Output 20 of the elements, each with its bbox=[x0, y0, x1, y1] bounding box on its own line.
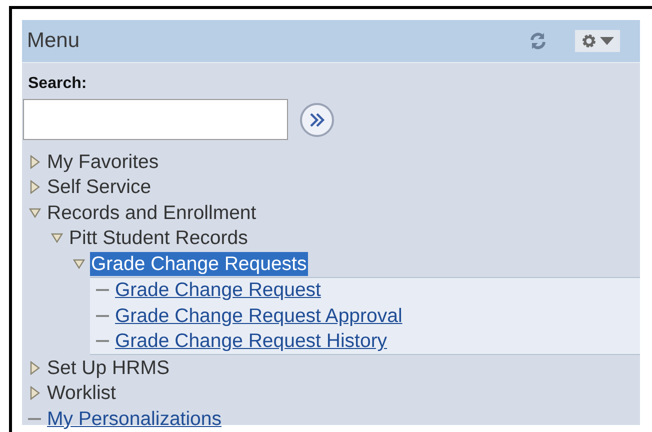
search-field[interactable] bbox=[23, 99, 288, 140]
refresh-icon[interactable] bbox=[529, 32, 547, 50]
menu-link[interactable]: Grade Change Request History bbox=[114, 329, 388, 354]
folder-item[interactable]: Set Up HRMS bbox=[46, 356, 170, 380]
double-chevron-icon bbox=[308, 112, 326, 128]
menu-link[interactable]: My Personalizations bbox=[46, 406, 222, 431]
search-label: Search: bbox=[28, 74, 87, 94]
menu-link[interactable]: Grade Change Request Approval bbox=[114, 304, 404, 328]
folder-item[interactable]: Records and Enrollment bbox=[46, 200, 258, 225]
folder-item[interactable]: My Favorites bbox=[46, 150, 160, 174]
search-go-button[interactable] bbox=[300, 102, 334, 136]
caret-icon bbox=[600, 37, 614, 45]
folder-item[interactable]: Worklist bbox=[46, 381, 117, 406]
settings-button[interactable] bbox=[575, 30, 620, 52]
folder-item[interactable]: Pitt Student Records bbox=[68, 226, 249, 250]
settings-icon bbox=[581, 33, 597, 49]
panel-title: Menu bbox=[27, 28, 80, 54]
folder-item[interactable]: Self Service bbox=[46, 175, 152, 200]
folder-item[interactable]: Grade Change Requests bbox=[90, 252, 308, 276]
menu-link[interactable]: Grade Change Request bbox=[114, 278, 322, 302]
